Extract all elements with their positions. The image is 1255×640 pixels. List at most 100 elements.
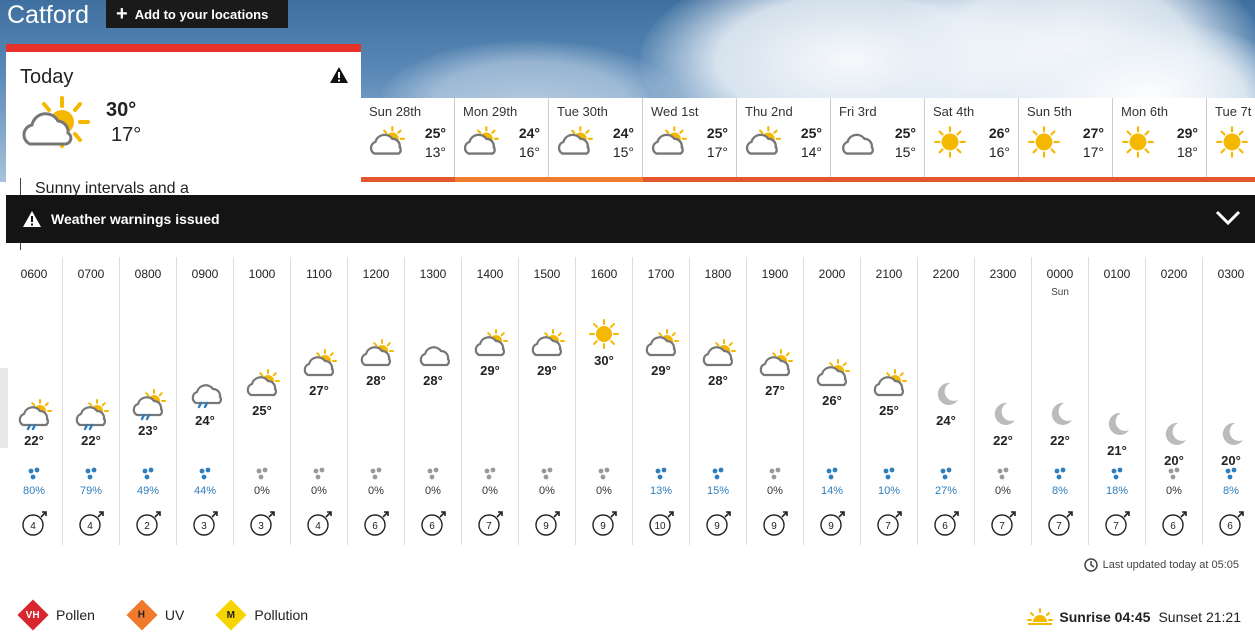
forecast-day[interactable]: Tue 30th 24° 15° xyxy=(549,98,643,182)
wind-speed-icon: 9 xyxy=(592,511,617,536)
forecast-min-temp: 18° xyxy=(1176,144,1198,160)
forecast-min-temp: 16° xyxy=(988,144,1010,160)
hour-column[interactable]: 0800 23° 49% 2 xyxy=(120,257,177,545)
rain-probability: 10% xyxy=(877,485,901,497)
hour-time: 1900 xyxy=(761,267,789,281)
hour-temperature: 23° xyxy=(138,423,158,438)
hour-column[interactable]: 1400 29° 0% 7 xyxy=(462,257,519,545)
hour-column[interactable]: 1100 27° 0% 4 xyxy=(291,257,348,545)
hour-column[interactable]: 0300 20° 8% 6 xyxy=(1203,257,1255,545)
raindrops-icon xyxy=(826,467,838,480)
today-card[interactable]: Today 30° 17° Sunny intervals and a xyxy=(6,44,361,250)
svg-text:6: 6 xyxy=(1227,521,1233,532)
hour-temperature: 21° xyxy=(1107,443,1127,458)
forecast-day[interactable]: Wed 1st 25° 17° xyxy=(643,98,737,182)
moon-icon xyxy=(937,382,958,405)
today-max-temp: 30° xyxy=(106,99,137,121)
hour-temperature: 20° xyxy=(1164,453,1184,468)
index-pollen[interactable]: VH Pollen xyxy=(17,599,95,631)
svg-text:4: 4 xyxy=(315,521,321,532)
wind-speed-icon: 7 xyxy=(1048,511,1073,536)
wind-speed-icon: 6 xyxy=(1162,511,1187,536)
forecast-day[interactable]: Sun 5th 27° 17° xyxy=(1019,98,1113,182)
hour-column[interactable]: 0000 Sun 22° 8% 7 xyxy=(1032,257,1089,545)
hour-time: 0200 xyxy=(1160,267,1188,281)
hour-column[interactable]: 0200 20° 0% 6 xyxy=(1146,257,1203,545)
temperature-color-bar xyxy=(361,177,455,182)
rain-probability: 8% xyxy=(1052,485,1068,497)
forecast-day[interactable]: Mon 6th 29° 18° xyxy=(1113,98,1207,182)
wind-speed-icon: 7 xyxy=(991,511,1016,536)
hour-column[interactable]: 1000 25° 0% 3 xyxy=(234,257,291,545)
hour-column[interactable]: 1200 28° 0% 6 xyxy=(348,257,405,545)
hour-time: 0800 xyxy=(134,267,162,281)
hour-column[interactable]: 1900 27° 0% 9 xyxy=(747,257,804,545)
hour-column[interactable]: 1800 28° 15% 9 xyxy=(690,257,747,545)
hour-temperature: 22° xyxy=(993,433,1013,448)
rain-probability: 44% xyxy=(193,485,217,497)
hour-column[interactable]: 2300 22° 0% 7 xyxy=(975,257,1032,545)
forecast-day[interactable]: Mon 29th 24° 16° xyxy=(455,98,549,182)
hour-time: 0100 xyxy=(1103,267,1131,281)
hour-column[interactable]: 0700 22° 79% 4 xyxy=(63,257,120,545)
today-min-temp: 17° xyxy=(111,124,142,146)
hour-temperature: 28° xyxy=(708,373,728,388)
chevron-down-icon[interactable] xyxy=(1215,209,1241,227)
raindrops-icon xyxy=(427,467,439,480)
hour-column[interactable]: 2000 26° 14% 9 xyxy=(804,257,861,545)
sun-icon xyxy=(934,126,966,158)
hour-time: 0600 xyxy=(20,267,48,281)
moon-icon xyxy=(994,402,1015,425)
hour-temperature: 29° xyxy=(537,363,557,378)
hour-column[interactable]: 1300 28° 0% 6 xyxy=(405,257,462,545)
today-title: Today xyxy=(20,66,74,88)
svg-text:7: 7 xyxy=(486,521,492,532)
index-label: Pollution xyxy=(254,607,309,623)
raindrops-icon xyxy=(199,467,211,480)
forecast-min-temp: 17° xyxy=(1082,144,1104,160)
hour-time: 0700 xyxy=(77,267,105,281)
forecast-max-temp: 24° xyxy=(518,125,540,141)
wind-speed-icon: 4 xyxy=(79,511,104,536)
rain-probability: 13% xyxy=(649,485,673,497)
hour-temperature: 26° xyxy=(822,393,842,408)
forecast-day[interactable]: Sun 28th 25° 13° xyxy=(361,98,455,182)
sunny-intervals-icon xyxy=(531,329,565,357)
weather-page: Catford + Add to your locations Today 30… xyxy=(0,0,1255,640)
weather-warnings-bar[interactable]: Weather warnings issued xyxy=(6,195,1255,243)
raindrops-icon xyxy=(1225,467,1237,480)
raindrops-icon xyxy=(484,467,496,480)
hour-temperature: 22° xyxy=(81,433,101,448)
raindrops-icon xyxy=(997,467,1009,480)
hour-column[interactable]: 1700 29° 13% 10 xyxy=(633,257,690,545)
forecast-day[interactable]: Thu 2nd 25° 14° xyxy=(737,98,831,182)
hour-column[interactable]: 1600 30° 0% 9 xyxy=(576,257,633,545)
rain-probability: 49% xyxy=(136,485,160,497)
index-pollution[interactable]: M Pollution xyxy=(215,599,309,631)
light-rain-sun-icon xyxy=(18,399,52,431)
forecast-min-temp: 15° xyxy=(612,144,634,160)
svg-text:9: 9 xyxy=(600,521,606,532)
sunny-intervals-icon xyxy=(246,369,280,397)
hourly-forecast: 0600 22° 80% 4 0700 22° 79% 4 0800 23° 49% 2 0900 24°… xyxy=(6,257,1255,545)
forecast-day[interactable]: Sat 4th 26° 16° xyxy=(925,98,1019,182)
index-level-badge: VH xyxy=(17,599,49,631)
hour-temperature: 27° xyxy=(765,383,785,398)
forecast-day[interactable]: Fri 3rd 25° 15° xyxy=(831,98,925,182)
raindrops-icon xyxy=(940,467,952,480)
rain-probability: 27% xyxy=(934,485,958,497)
raindrops-icon xyxy=(541,467,553,480)
add-location-button[interactable]: + Add to your locations xyxy=(106,0,288,28)
wind-speed-icon: 7 xyxy=(1105,511,1130,536)
hour-column[interactable]: 2100 25° 10% 7 xyxy=(861,257,918,545)
forecast-max-temp: 27° xyxy=(1082,125,1104,141)
hour-column[interactable]: 0600 22° 80% 4 xyxy=(6,257,63,545)
hour-column[interactable]: 2200 24° 27% 6 xyxy=(918,257,975,545)
hour-column[interactable]: 0100 21° 18% 7 xyxy=(1089,257,1146,545)
forecast-day[interactable]: Tue 7t xyxy=(1207,98,1255,182)
hour-column[interactable]: 1500 29° 0% 9 xyxy=(519,257,576,545)
index-uv[interactable]: H UV xyxy=(126,599,184,631)
hour-column[interactable]: 0900 24° 44% 3 xyxy=(177,257,234,545)
svg-text:4: 4 xyxy=(87,521,93,532)
sunny-intervals-icon xyxy=(645,329,679,357)
